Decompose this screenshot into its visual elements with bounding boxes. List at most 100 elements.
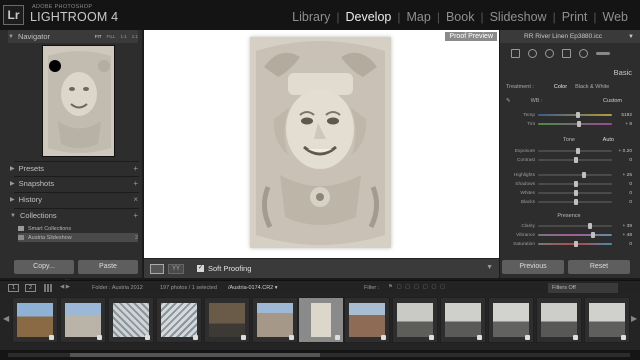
- filmstrip-thumbnail[interactable]: [344, 297, 390, 343]
- zoom-fit[interactable]: FIT: [95, 34, 102, 39]
- slider-track[interactable]: [538, 190, 612, 196]
- filmstrip-thumbnail[interactable]: [108, 297, 154, 343]
- add-snapshot-icon[interactable]: +: [133, 179, 138, 188]
- collections-header[interactable]: ▼ Collections +: [10, 209, 138, 222]
- slider-knob[interactable]: [577, 121, 582, 127]
- flag-filter-icons[interactable]: ⚑ ▢ ▢ ▢ ▢ ▢ ▢: [388, 284, 446, 290]
- module-slideshow[interactable]: Slideshow: [484, 10, 553, 24]
- radial-filter-icon[interactable]: [579, 48, 588, 58]
- blacks-slider[interactable]: Blacks 0: [506, 198, 632, 206]
- slider-value[interactable]: 0: [612, 182, 632, 187]
- filmstrip-scrollbar[interactable]: [0, 350, 640, 360]
- whites-slider[interactable]: Whites 0: [506, 189, 632, 197]
- slider-knob[interactable]: [573, 241, 578, 247]
- clarity-slider[interactable]: Clarity + 39: [506, 222, 632, 230]
- adjustment-brush-icon[interactable]: [596, 51, 610, 55]
- zoom-custom[interactable]: 1:1: [132, 34, 138, 39]
- filmstrip-thumbnail[interactable]: [584, 297, 630, 343]
- slider-knob[interactable]: [582, 172, 587, 178]
- soft-proofing-toggle[interactable]: ✓ Soft Proofing: [197, 264, 251, 273]
- previous-button[interactable]: Previous: [502, 260, 564, 274]
- treatment-bw-option[interactable]: Black & White: [575, 84, 609, 90]
- add-collection-icon[interactable]: +: [133, 211, 138, 220]
- slider-track[interactable]: [538, 232, 612, 238]
- saturation-slider[interactable]: Saturation 0: [506, 240, 632, 248]
- paste-button[interactable]: Paste: [78, 260, 138, 274]
- eyedropper-icon[interactable]: ✎: [506, 98, 511, 104]
- slider-value[interactable]: + 8: [612, 122, 632, 127]
- slider-knob[interactable]: [573, 157, 578, 163]
- treatment-color-option[interactable]: Color: [554, 84, 567, 90]
- slider-value[interactable]: 0: [612, 191, 632, 196]
- slider-track[interactable]: [538, 241, 612, 247]
- soft-proofing-checkbox[interactable]: ✓: [197, 265, 204, 272]
- copy-button[interactable]: Copy...: [14, 260, 74, 274]
- filmstrip-thumbnail[interactable]: [12, 297, 58, 343]
- reset-button[interactable]: Reset: [568, 260, 630, 274]
- filmstrip-thumbnail[interactable]: [204, 297, 250, 343]
- filmstrip-thumbnail[interactable]: [536, 297, 582, 343]
- slider-knob[interactable]: [573, 190, 578, 196]
- exposure-slider[interactable]: Exposure + 0.20: [506, 147, 632, 155]
- slider-value[interactable]: 0: [612, 242, 632, 247]
- toolbar-menu-icon[interactable]: ▼: [486, 264, 493, 271]
- temp-slider[interactable]: Temp 5192: [506, 111, 632, 119]
- source-folder[interactable]: Folder : Austria 2012: [92, 285, 143, 291]
- filmstrip-thumbnail[interactable]: [252, 297, 298, 343]
- slider-track[interactable]: [538, 112, 612, 118]
- filmstrip-thumbnail-selected[interactable]: [298, 297, 344, 343]
- filmstrip-thumbnail[interactable]: [488, 297, 534, 343]
- graduated-filter-icon[interactable]: [562, 48, 571, 58]
- clear-history-icon[interactable]: ×: [133, 195, 138, 204]
- loupe-view-icon[interactable]: [150, 264, 164, 274]
- prev-next-arrows-icon[interactable]: ◀ ▶: [60, 284, 70, 290]
- slider-knob[interactable]: [573, 199, 578, 205]
- crop-tool-icon[interactable]: [511, 48, 520, 58]
- second-screen-button[interactable]: 2: [25, 284, 36, 292]
- slider-track[interactable]: [538, 223, 612, 229]
- slider-value[interactable]: + 48: [612, 233, 632, 238]
- slider-knob[interactable]: [573, 181, 578, 187]
- navigator-preview[interactable]: [42, 45, 115, 157]
- filmstrip-scroll-left-icon[interactable]: ◀: [3, 314, 9, 323]
- slider-track[interactable]: [538, 121, 612, 127]
- grid-view-icon[interactable]: [44, 284, 52, 292]
- slider-value[interactable]: + 25: [612, 173, 632, 178]
- module-print[interactable]: Print: [556, 10, 594, 24]
- spot-removal-icon[interactable]: [528, 48, 537, 58]
- red-eye-icon[interactable]: [545, 48, 554, 58]
- main-preview-area[interactable]: Proof Preview: [144, 30, 499, 258]
- auto-tone-button[interactable]: Auto: [603, 137, 614, 143]
- zoom-1-1[interactable]: 1:1: [120, 34, 126, 39]
- main-photo[interactable]: [250, 37, 391, 248]
- highlights-slider[interactable]: Highlights + 25: [506, 171, 632, 179]
- filmstrip-scroll-right-icon[interactable]: ▶: [631, 314, 637, 323]
- slider-value[interactable]: + 39: [612, 224, 632, 229]
- filmstrip-thumbnail[interactable]: [440, 297, 486, 343]
- slider-value[interactable]: + 0.20: [612, 149, 632, 154]
- slider-value[interactable]: 0: [612, 158, 632, 163]
- slider-track[interactable]: [538, 181, 612, 187]
- module-web[interactable]: Web: [597, 10, 634, 24]
- add-preset-icon[interactable]: +: [133, 164, 138, 173]
- wb-dropdown[interactable]: Custom: [603, 98, 622, 104]
- contrast-slider[interactable]: Contrast 0: [506, 156, 632, 164]
- slider-knob[interactable]: [587, 223, 592, 229]
- before-after-icon[interactable]: YY: [168, 264, 184, 274]
- module-library[interactable]: Library: [286, 10, 336, 24]
- collapse-triangle-icon[interactable]: ▼: [628, 34, 634, 40]
- vibrance-slider[interactable]: Vibrance + 48: [506, 231, 632, 239]
- collection-item[interactable]: Smart Collections: [18, 224, 138, 233]
- slider-knob[interactable]: [591, 232, 596, 238]
- current-file-name[interactable]: /Austria-0174.CR2 ▾: [228, 285, 278, 291]
- module-book[interactable]: Book: [440, 10, 481, 24]
- navigator-header[interactable]: ▼ Navigator FIT FILL 1:1 1:1: [8, 30, 138, 43]
- module-map[interactable]: Map: [401, 10, 437, 24]
- filmstrip-thumbnail[interactable]: [156, 297, 202, 343]
- history-header[interactable]: ▶ History ×: [10, 193, 138, 206]
- module-develop[interactable]: Develop: [340, 10, 398, 24]
- filter-preset-dropdown[interactable]: Filters Off: [548, 283, 618, 293]
- slider-knob[interactable]: [576, 112, 581, 118]
- slider-knob[interactable]: [576, 148, 581, 154]
- filmstrip-thumbnail[interactable]: [392, 297, 438, 343]
